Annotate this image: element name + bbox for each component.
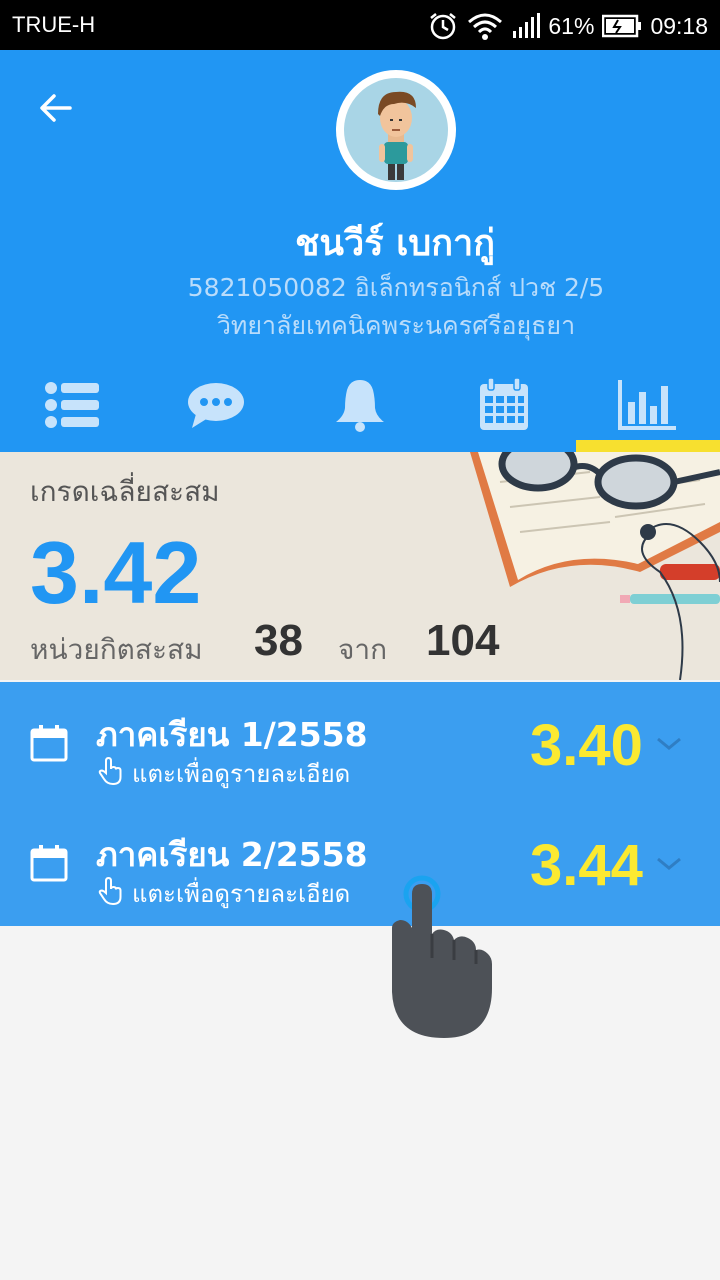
credits-label: หน่วยกิตสะสม (30, 633, 203, 666)
term-row-2[interactable]: ภาคเรียน 2/2558 แตะเพื่อดูรายละเอียด 3.4… (0, 802, 720, 922)
calendar-icon (30, 725, 68, 762)
tab-list[interactable] (0, 358, 144, 452)
chevron-down-icon[interactable] (654, 854, 684, 874)
college-name: วิทยาลัยเทคนิคพระนครศรีอยุธยา (216, 311, 576, 340)
tap-for-details-hint: แตะเพื่อดูรายละเอียด (132, 760, 351, 788)
alarm-icon (430, 13, 457, 40)
bar-chart-icon (618, 380, 676, 430)
tab-grades[interactable] (576, 358, 720, 452)
credits-from-label: จาก (338, 633, 388, 666)
student-details: 5821050082 อิเล็กทรอนิกส์ ปวช 2/5 (187, 273, 605, 302)
tap-hand-icon (98, 756, 122, 786)
status-icons: 61% 09:18 (428, 10, 708, 42)
carrier-label: TRUE-H (12, 12, 96, 37)
student-name: ชนวีร์ เบกากู่ (294, 223, 496, 264)
avatar[interactable] (336, 70, 456, 190)
credits-total: 104 (426, 616, 500, 665)
calendar-icon (30, 845, 68, 882)
term-gpa: 3.40 (530, 713, 643, 778)
cartoon-avatar-image (344, 78, 448, 182)
term-gpa: 3.44 (530, 833, 643, 898)
battery-icon (602, 14, 642, 38)
clock-time: 09:18 (650, 12, 708, 39)
tab-calendar[interactable] (432, 358, 576, 452)
terms-list: ภาคเรียน 1/2558 แตะเพื่อดูรายละเอียด 3.4… (0, 682, 720, 926)
battery-percent: 61% (548, 12, 595, 39)
profile-header: ชนวีร์ เบกากู่ 5821050082 อิเล็กทรอนิกส์… (0, 50, 720, 452)
gpa-summary-card: เกรดเฉลี่ยสะสม 3.42 หน่วยกิตสะสม 38 จาก … (0, 452, 720, 680)
wifi-icon (468, 13, 503, 40)
tab-chat[interactable] (144, 358, 288, 452)
touch-pointer-hand-icon (392, 875, 492, 1038)
active-tab-indicator (576, 440, 720, 452)
chevron-down-icon[interactable] (654, 734, 684, 754)
back-arrow-icon[interactable] (36, 88, 76, 128)
books-glasses-illustration (470, 452, 720, 680)
status-bar: TRUE-H 61% 09:18 (0, 0, 720, 50)
bell-icon (336, 380, 384, 432)
list-icon (45, 382, 99, 428)
tab-notifications[interactable] (288, 358, 432, 452)
cumulative-gpa-value: 3.42 (30, 523, 202, 622)
chat-icon (188, 383, 244, 428)
signal-icon (513, 13, 541, 38)
term-row-1[interactable]: ภาคเรียน 1/2558 แตะเพื่อดูรายละเอียด 3.4… (0, 682, 720, 802)
calendar-icon (480, 378, 528, 430)
credits-earned: 38 (254, 616, 303, 665)
tap-hand-icon (98, 876, 122, 906)
tap-for-details-hint: แตะเพื่อดูรายละเอียด (132, 880, 351, 908)
cumulative-gpa-label: เกรดเฉลี่ยสะสม (30, 475, 220, 508)
